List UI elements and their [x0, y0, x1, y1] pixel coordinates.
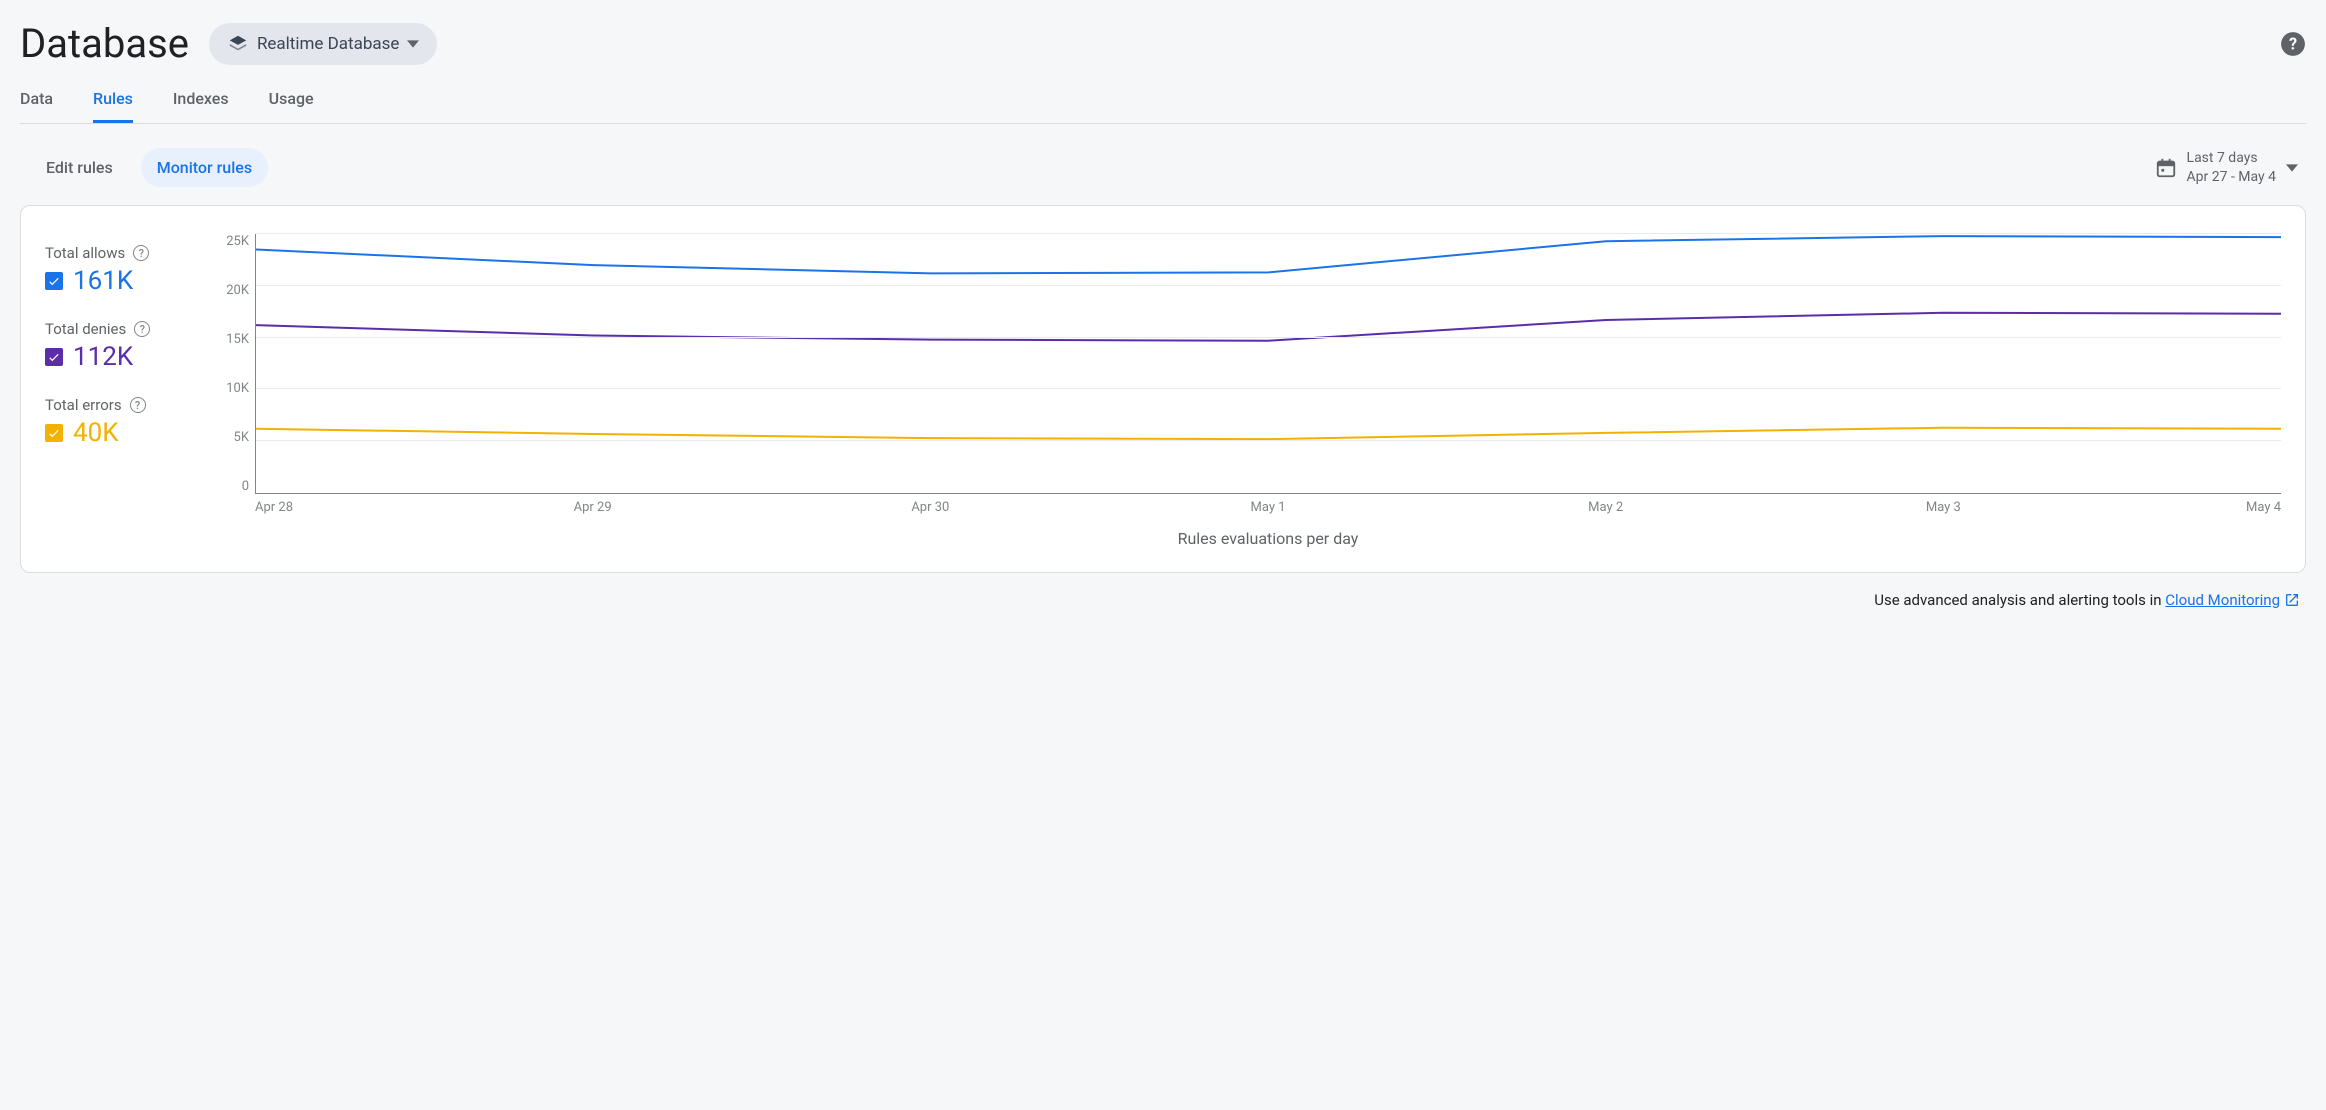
x-tick-label: Apr 30 [762, 500, 1100, 515]
help-icon[interactable]: ? [134, 321, 150, 337]
cloud-monitoring-link[interactable]: Cloud Monitoring [2165, 591, 2300, 609]
x-tick-label: May 2 [1437, 500, 1775, 515]
x-tick-label: May 4 [2112, 500, 2281, 515]
open-in-new-icon [2284, 592, 2300, 608]
legend-allows: Total allows ? 161K [45, 244, 185, 296]
grid-line [256, 337, 2281, 338]
tab-data[interactable]: Data [20, 77, 53, 123]
date-range-label: Last 7 days [2187, 149, 2276, 167]
chart-area: 25K 20K 15K 10K 5K 0 [215, 234, 2281, 494]
legend-denies-checkbox[interactable] [45, 348, 63, 366]
tab-rules[interactable]: Rules [93, 77, 133, 123]
database-type-label: Realtime Database [257, 34, 400, 54]
rules-sub-tabs: Edit rules Monitor rules [30, 148, 268, 187]
chevron-down-icon [2286, 162, 2298, 174]
y-tick-label: 20K [215, 283, 249, 298]
x-tick-label: May 1 [1099, 500, 1437, 515]
help-icon[interactable]: ? [2280, 31, 2306, 57]
series-line [256, 236, 2281, 273]
y-tick-label: 5K [215, 430, 249, 445]
main-tabs: Data Rules Indexes Usage [20, 77, 2306, 124]
date-range-value: Apr 27 - May 4 [2187, 168, 2276, 186]
legend-allows-value: 161K [73, 266, 133, 296]
help-icon[interactable]: ? [133, 245, 149, 261]
page-header: Database Realtime Database ? [20, 0, 2306, 77]
x-tick-label: May 3 [1775, 500, 2113, 515]
help-icon[interactable]: ? [130, 397, 146, 413]
calendar-icon [2155, 157, 2177, 179]
x-tick-label: Apr 29 [424, 500, 762, 515]
realtime-database-icon [227, 33, 249, 55]
grid-line [256, 285, 2281, 286]
svg-text:?: ? [2289, 34, 2297, 53]
legend-errors-checkbox[interactable] [45, 424, 63, 442]
subtab-monitor-rules[interactable]: Monitor rules [141, 148, 268, 187]
chart-column: 25K20K15K10K5K0 Apr 28Apr 29Apr 30May 1M… [215, 234, 2281, 548]
legend-errors-label: Total errors [45, 396, 122, 414]
database-type-selector[interactable]: Realtime Database [209, 23, 438, 65]
check-icon [47, 274, 61, 288]
legend-allows-label: Total allows [45, 244, 125, 262]
date-range-picker[interactable]: Last 7 days Apr 27 - May 4 [2155, 149, 2306, 185]
chevron-down-icon [407, 38, 419, 50]
rules-sub-bar: Edit rules Monitor rules Last 7 days Apr… [20, 124, 2306, 205]
chart-xlabel: Rules evaluations per day [255, 529, 2281, 548]
legend-denies-value: 112K [73, 342, 133, 372]
subtab-edit-rules[interactable]: Edit rules [30, 148, 129, 187]
line-chart-svg [256, 234, 2281, 493]
grid-line [256, 388, 2281, 389]
cloud-monitoring-link-label: Cloud Monitoring [2165, 591, 2280, 609]
grid-line [256, 440, 2281, 441]
tab-usage[interactable]: Usage [269, 77, 314, 123]
footer-hint: Use advanced analysis and alerting tools… [20, 573, 2306, 609]
chart-legend: Total allows ? 161K Total denies ? [45, 234, 185, 548]
x-axis: Apr 28Apr 29Apr 30May 1May 2May 3May 4 [255, 500, 2281, 515]
grid-line [256, 233, 2281, 234]
series-line [256, 428, 2281, 439]
check-icon [47, 426, 61, 440]
legend-errors-value: 40K [73, 418, 119, 448]
legend-denies-label: Total denies [45, 320, 126, 338]
footer-text: Use advanced analysis and alerting tools… [1874, 591, 2165, 609]
y-axis: 25K 20K 15K 10K 5K 0 [215, 234, 255, 494]
page-title: Database [20, 20, 189, 67]
y-tick-label: 15K [215, 332, 249, 347]
tab-indexes[interactable]: Indexes [173, 77, 229, 123]
y-tick-label: 10K [215, 381, 249, 396]
legend-allows-checkbox[interactable] [45, 272, 63, 290]
y-tick-label: 25K [215, 234, 249, 249]
chart-plot [255, 234, 2281, 494]
x-tick-label: Apr 28 [255, 500, 424, 515]
check-icon [47, 350, 61, 364]
legend-denies: Total denies ? 112K [45, 320, 185, 372]
y-tick-label: 0 [215, 479, 249, 494]
rules-monitor-card: Total allows ? 161K Total denies ? [20, 205, 2306, 573]
legend-errors: Total errors ? 40K [45, 396, 185, 448]
